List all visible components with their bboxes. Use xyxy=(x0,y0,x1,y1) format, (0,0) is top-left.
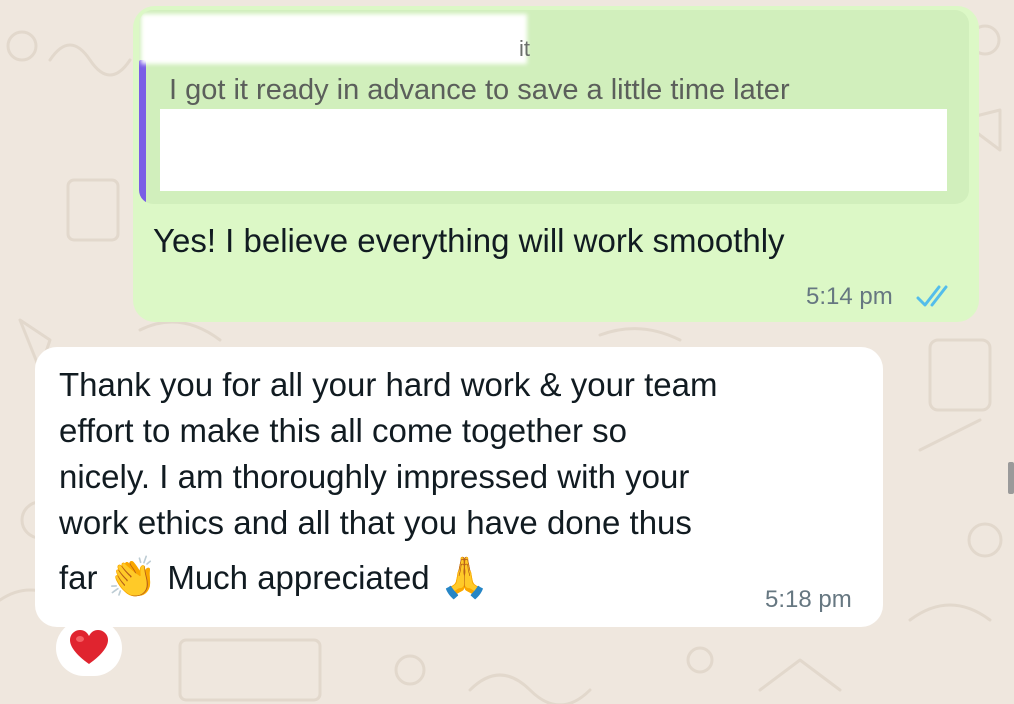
incoming-text-far: far xyxy=(59,559,98,596)
incoming-message-last-line: far 👏 Much appreciated 🙏 xyxy=(59,553,499,603)
incoming-text-appreciated: Much appreciated xyxy=(167,559,430,596)
incoming-message-line: work ethics and all that you have done t… xyxy=(59,504,692,541)
quoted-text: I got it ready in advance to save a litt… xyxy=(169,74,790,106)
outgoing-message-text: Yes! I believe everything will work smoo… xyxy=(153,222,785,259)
reaction-badge[interactable] xyxy=(56,620,122,676)
redacted-quote-author xyxy=(141,14,527,64)
scrollbar-thumb[interactable] xyxy=(1008,462,1014,494)
quoted-message[interactable]: it I got it ready in advance to save a l… xyxy=(139,10,969,204)
incoming-timestamp: 5:18 pm xyxy=(765,586,852,613)
folded-hands-icon: 🙏 xyxy=(439,555,490,601)
double-check-read-icon xyxy=(916,285,948,307)
quote-author-fragment: it xyxy=(519,36,530,61)
clapping-hands-icon: 👏 xyxy=(107,555,158,601)
quote-accent-bar xyxy=(139,60,146,204)
redacted-quote-content xyxy=(160,109,947,191)
outgoing-timestamp: 5:14 pm xyxy=(806,283,893,310)
incoming-message-line: Thank you for all your hard work & your … xyxy=(59,366,718,403)
incoming-message-line: effort to make this all come together so xyxy=(59,412,628,449)
incoming-message-line: nicely. I am thoroughly impressed with y… xyxy=(59,458,690,495)
red-heart-icon xyxy=(70,630,108,664)
